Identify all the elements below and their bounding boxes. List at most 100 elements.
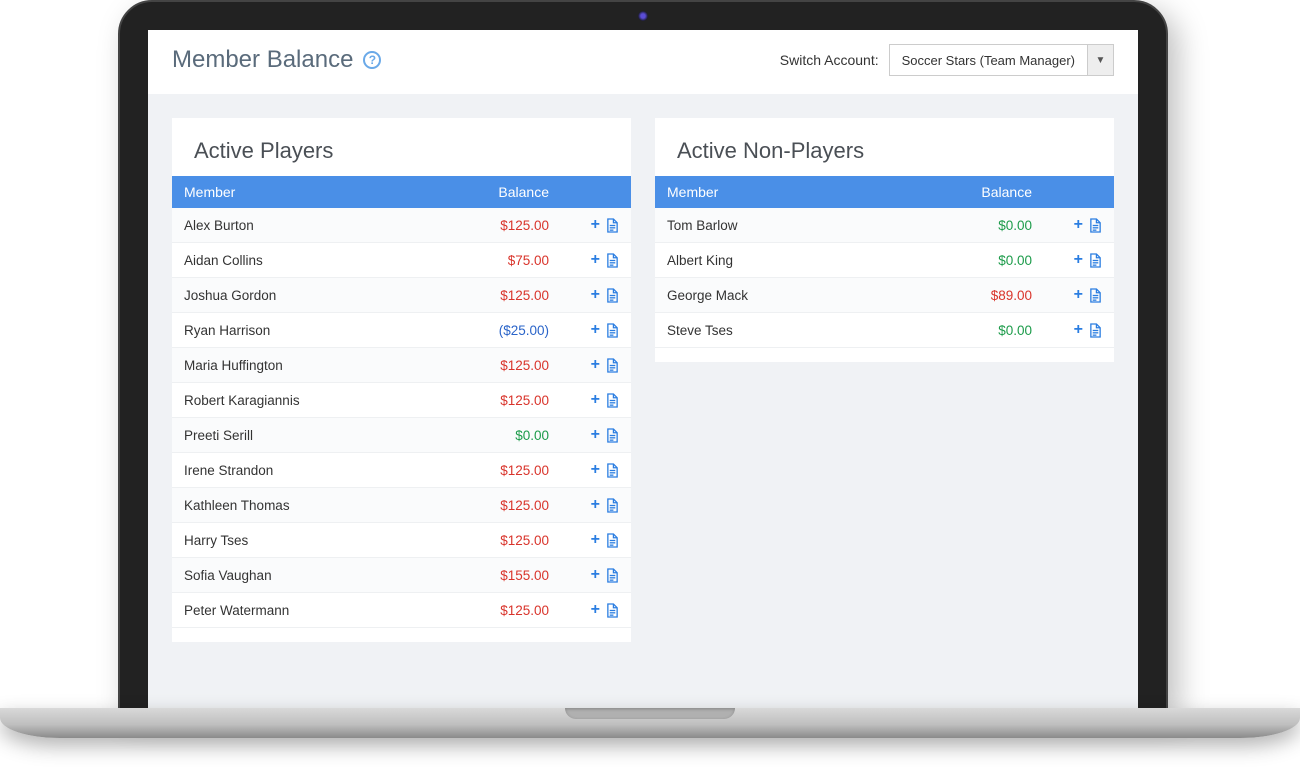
- row-actions: +: [561, 383, 631, 418]
- document-icon[interactable]: [1089, 323, 1102, 338]
- table-header-row: Member Balance: [172, 176, 631, 208]
- plus-icon[interactable]: +: [591, 426, 600, 444]
- member-balance: $125.00: [426, 208, 562, 243]
- document-icon[interactable]: [606, 428, 619, 443]
- active-players-panel: Active Players Member Balance Alex Burto…: [172, 118, 631, 642]
- row-actions: +: [561, 523, 631, 558]
- member-name: Irene Strandon: [172, 453, 426, 488]
- row-actions: +: [1044, 243, 1114, 278]
- member-balance: $0.00: [882, 208, 1044, 243]
- plus-icon[interactable]: +: [1074, 321, 1083, 339]
- table-row: Harry Tses$125.00 +: [172, 523, 631, 558]
- member-balance: $125.00: [426, 453, 562, 488]
- member-balance: $125.00: [426, 383, 562, 418]
- row-actions: +: [561, 348, 631, 383]
- table-row: Alex Burton$125.00 +: [172, 208, 631, 243]
- row-actions: +: [561, 593, 631, 628]
- document-icon[interactable]: [606, 323, 619, 338]
- member-balance: $125.00: [426, 488, 562, 523]
- document-icon[interactable]: [1089, 218, 1102, 233]
- document-icon[interactable]: [606, 463, 619, 478]
- member-balance: $125.00: [426, 348, 562, 383]
- table-row: Sofia Vaughan$155.00+: [172, 558, 631, 593]
- member-balance: $125.00: [426, 278, 562, 313]
- member-balance: $125.00: [426, 523, 562, 558]
- players-table: Member Balance Alex Burton$125.00+Aidan …: [172, 176, 631, 628]
- document-icon[interactable]: [1089, 253, 1102, 268]
- help-icon[interactable]: ?: [363, 51, 381, 69]
- plus-icon[interactable]: +: [591, 496, 600, 514]
- plus-icon[interactable]: +: [591, 216, 600, 234]
- plus-icon[interactable]: +: [1074, 216, 1083, 234]
- table-row: George Mack$89.00+: [655, 278, 1114, 313]
- document-icon[interactable]: [606, 218, 619, 233]
- col-header-actions: [1044, 176, 1114, 208]
- active-nonplayers-panel: Active Non-Players Member Balance Tom Ba…: [655, 118, 1114, 362]
- plus-icon[interactable]: +: [591, 321, 600, 339]
- document-icon[interactable]: [606, 498, 619, 513]
- laptop-notch: [565, 708, 735, 719]
- row-actions: +: [561, 418, 631, 453]
- plus-icon[interactable]: +: [591, 251, 600, 269]
- member-name: Alex Burton: [172, 208, 426, 243]
- document-icon[interactable]: [606, 288, 619, 303]
- plus-icon[interactable]: +: [1074, 251, 1083, 269]
- panel-title-players: Active Players: [172, 138, 631, 176]
- plus-icon[interactable]: +: [1074, 286, 1083, 304]
- nonplayers-table: Member Balance Tom Barlow$0.00+Albert Ki…: [655, 176, 1114, 348]
- title-wrap: Member Balance ?: [172, 46, 381, 74]
- member-name: Preeti Serill: [172, 418, 426, 453]
- plus-icon[interactable]: +: [591, 356, 600, 374]
- document-icon[interactable]: [606, 253, 619, 268]
- content-area: Active Players Member Balance Alex Burto…: [148, 94, 1138, 666]
- member-balance: $125.00: [426, 593, 562, 628]
- plus-icon[interactable]: +: [591, 461, 600, 479]
- col-header-member: Member: [655, 176, 882, 208]
- document-icon[interactable]: [606, 603, 619, 618]
- document-icon[interactable]: [606, 533, 619, 548]
- plus-icon[interactable]: +: [591, 391, 600, 409]
- app-screen: Member Balance ? Switch Account: Soccer …: [148, 30, 1138, 708]
- plus-icon[interactable]: +: [591, 531, 600, 549]
- laptop-frame: Member Balance ? Switch Account: Soccer …: [118, 0, 1168, 710]
- member-name: Tom Barlow: [655, 208, 882, 243]
- member-balance: $155.00: [426, 558, 562, 593]
- document-icon[interactable]: [606, 568, 619, 583]
- row-actions: +: [561, 488, 631, 523]
- table-row: Preeti Serill$0.00 +: [172, 418, 631, 453]
- member-balance: $0.00: [882, 243, 1044, 278]
- document-icon[interactable]: [606, 393, 619, 408]
- member-balance: $75.00: [426, 243, 562, 278]
- plus-icon[interactable]: +: [591, 601, 600, 619]
- document-icon[interactable]: [606, 358, 619, 373]
- member-balance: ($25.00): [426, 313, 562, 348]
- row-actions: +: [1044, 208, 1114, 243]
- member-name: George Mack: [655, 278, 882, 313]
- page-header: Member Balance ? Switch Account: Soccer …: [148, 30, 1138, 94]
- member-name: Harry Tses: [172, 523, 426, 558]
- col-header-actions: [561, 176, 631, 208]
- chevron-down-icon[interactable]: ▼: [1087, 45, 1113, 75]
- row-actions: +: [1044, 313, 1114, 348]
- account-switcher: Switch Account: Soccer Stars (Team Manag…: [780, 44, 1114, 76]
- plus-icon[interactable]: +: [591, 286, 600, 304]
- member-name: Joshua Gordon: [172, 278, 426, 313]
- row-actions: +: [561, 243, 631, 278]
- table-row: Steve Tses$0.00+: [655, 313, 1114, 348]
- member-name: Steve Tses: [655, 313, 882, 348]
- table-row: Ryan Harrison($25.00)+: [172, 313, 631, 348]
- row-actions: +: [561, 313, 631, 348]
- table-row: Albert King$0.00+: [655, 243, 1114, 278]
- member-name: Peter Watermann: [172, 593, 426, 628]
- table-row: Irene Strandon$125.00 +: [172, 453, 631, 488]
- row-actions: +: [561, 278, 631, 313]
- table-row: Aidan Collins$75.00+: [172, 243, 631, 278]
- member-balance: $0.00: [426, 418, 562, 453]
- document-icon[interactable]: [1089, 288, 1102, 303]
- page-title: Member Balance: [172, 46, 353, 74]
- table-row: Robert Karagiannis$125.00 +: [172, 383, 631, 418]
- table-row: Kathleen Thomas$125.00+: [172, 488, 631, 523]
- plus-icon[interactable]: +: [591, 566, 600, 584]
- member-name: Robert Karagiannis: [172, 383, 426, 418]
- account-select[interactable]: Soccer Stars (Team Manager) ▼: [889, 44, 1114, 76]
